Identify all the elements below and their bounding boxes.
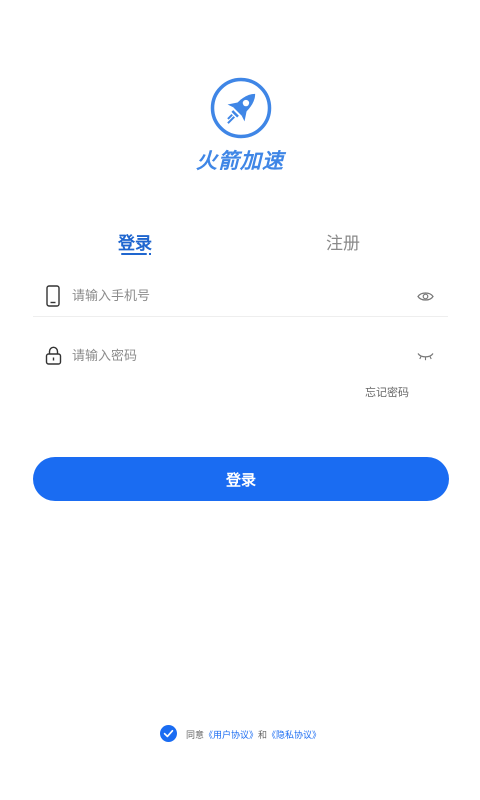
login-button[interactable]: 登录 — [33, 457, 449, 501]
eye-closed-icon[interactable] — [417, 352, 434, 361]
field-divider — [33, 316, 448, 317]
checkbox-checked-icon[interactable] — [160, 725, 177, 742]
tab-login[interactable]: 登录 — [118, 229, 152, 254]
tab-indicator-dot — [149, 253, 151, 255]
lock-icon — [45, 346, 62, 365]
app-name: 火箭加速 — [196, 149, 284, 173]
tab-active-indicator — [121, 253, 147, 255]
phone-icon — [46, 285, 60, 307]
rocket-logo-icon — [210, 77, 272, 139]
tab-register[interactable]: 注册 — [326, 229, 360, 254]
eye-icon[interactable] — [417, 291, 434, 302]
agreement-prefix: 同意 — [186, 731, 205, 741]
user-agreement-link[interactable]: 《用户协议》 — [204, 731, 258, 741]
password-input[interactable] — [72, 344, 402, 368]
agreement-and: 和 — [258, 731, 268, 741]
forgot-password-link[interactable]: 忘记密码 — [365, 384, 409, 400]
agreement-text: 同意《用户协议》和《隐私协议》 — [186, 728, 321, 741]
privacy-policy-link[interactable]: 《隐私协议》 — [267, 731, 321, 741]
phone-input[interactable] — [72, 284, 402, 308]
